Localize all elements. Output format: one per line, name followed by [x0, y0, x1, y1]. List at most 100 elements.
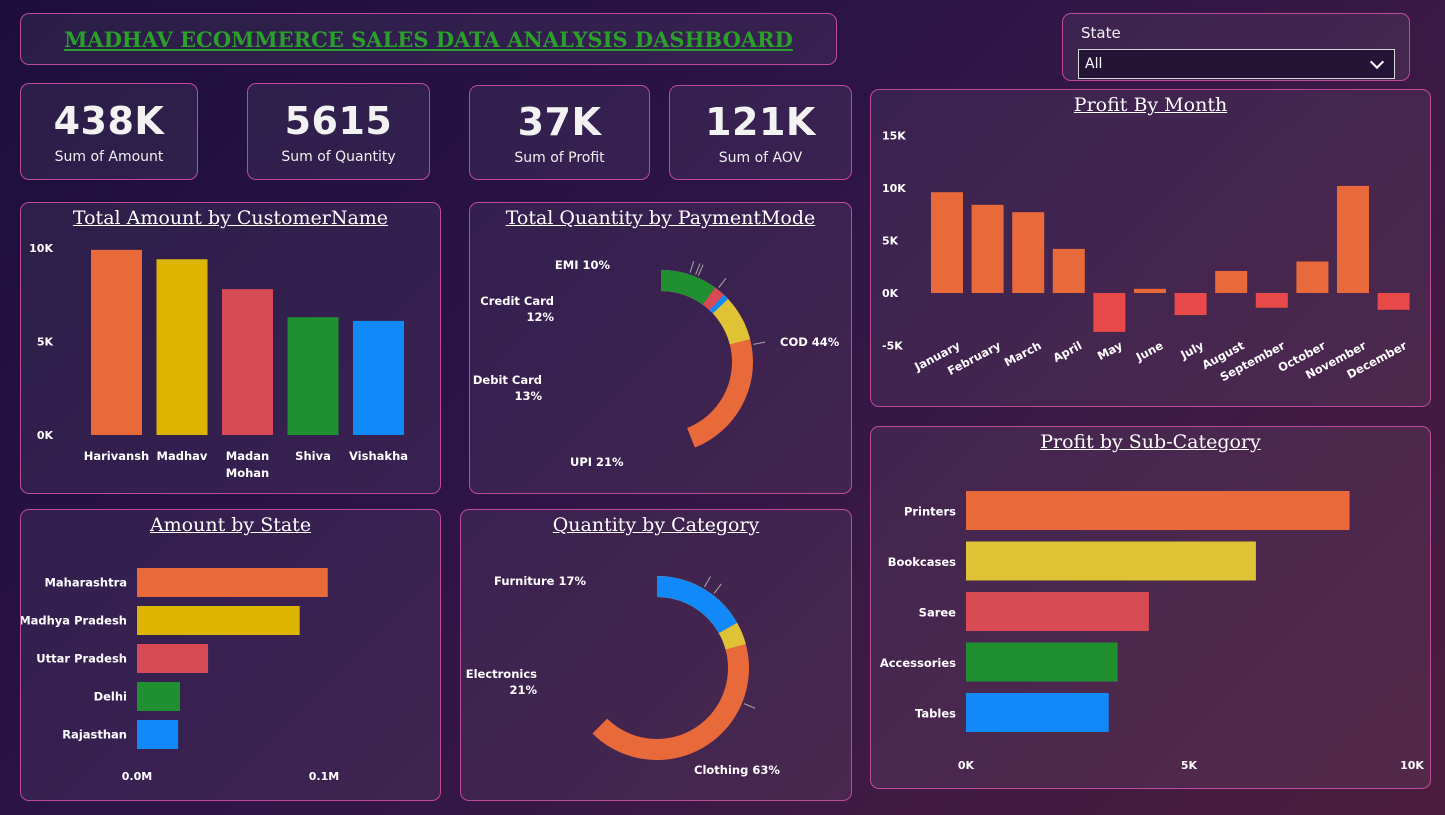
bar-delhi: [137, 682, 181, 711]
chart-quantity-by-category[interactable]: Quantity by Category Clothing 63% Electro…: [460, 509, 852, 801]
leader-line: [689, 261, 695, 273]
bar-november: [1337, 185, 1369, 293]
dashboard-title-panel: MADHAV ECOMMERCE SALES DATA ANALYSIS DAS…: [20, 13, 837, 65]
slice-label: Credit Card: [480, 294, 554, 308]
bar-madhav: [156, 259, 208, 435]
payment-donut-svg: COD 44% UPI 21% Debit Card 13% Credit Card 12…: [473, 258, 840, 469]
y-tick-label: -5K: [882, 340, 903, 353]
leader-line: [743, 703, 756, 709]
bar-june: [1134, 288, 1166, 293]
leader-line: [753, 341, 766, 345]
y-tick-label: Saree: [919, 606, 957, 620]
x-tick-label: June: [1133, 338, 1166, 364]
x-tick-label: 0.1M: [309, 770, 339, 783]
kpi-value: 37K: [517, 99, 602, 144]
bar-rajasthan: [137, 720, 179, 749]
bar-accessories: [966, 642, 1118, 682]
y-tick-label: 5K: [882, 235, 899, 248]
slice-label: COD 44%: [780, 335, 840, 349]
bar-april: [1052, 248, 1085, 293]
state-dropdown-value: All: [1085, 56, 1103, 72]
x-tick-label: Shiva: [295, 449, 331, 463]
slice-label: EMI 10%: [555, 258, 611, 272]
category-donut-svg: Clothing 63% Electronics 21% Furniture 17%: [466, 574, 781, 777]
state-slicer-label: State: [1081, 24, 1121, 42]
kpi-label: Sum of AOV: [718, 149, 803, 166]
bar-bookcases: [966, 541, 1256, 581]
y-tick-label: 5K: [37, 336, 54, 349]
bar-december: [1377, 293, 1410, 310]
chart-amount-by-customer[interactable]: Total Amount by CustomerName 0K 5K 10K Hari…: [20, 202, 441, 494]
y-tick-label: Maharashtra: [44, 576, 127, 590]
bar-july: [1174, 293, 1207, 316]
x-tick-label: 5K: [1181, 759, 1198, 772]
bar-uttar-pradesh: [137, 644, 209, 673]
customer-bar-svg: 0K 5K 10K Harivansh Madhav Madan Mohan Shiva Vis…: [29, 242, 408, 480]
y-tick-label: Printers: [904, 505, 956, 519]
y-tick-label: Madhya Pradesh: [21, 614, 127, 628]
bar-printers: [966, 491, 1350, 530]
bar-vishakha: [353, 320, 404, 435]
kpi-value: 5615: [284, 98, 393, 143]
y-tick-label: 10K: [882, 182, 906, 195]
bar-maharashtra: [137, 568, 328, 597]
slice-furniture: [657, 576, 738, 634]
kpi-card-quantity: 5615 Sum of Quantity: [247, 83, 430, 180]
x-tick-label: Mohan: [226, 466, 269, 480]
kpi-card-aov: 121K Sum of AOV: [669, 85, 852, 180]
kpi-card-amount: 438K Sum of Amount: [20, 83, 198, 180]
y-tick-label: Uttar Pradesh: [36, 652, 127, 666]
chevron-down-icon[interactable]: [1369, 54, 1385, 69]
bar-october: [1296, 261, 1329, 293]
x-tick-label: 0K: [958, 759, 975, 772]
x-tick-label: 10K: [1400, 759, 1424, 772]
chart-profit-by-subcategory[interactable]: Profit by Sub-Category Printers Bookcases…: [870, 426, 1431, 789]
bar-march: [1012, 212, 1045, 293]
kpi-card-profit: 37K Sum of Profit: [469, 85, 650, 180]
bar-august: [1215, 270, 1248, 293]
leader-line: [713, 583, 722, 594]
subcategory-bar-svg: Printers Bookcases Saree Accessories Tables 0…: [880, 491, 1424, 772]
kpi-value: 438K: [53, 98, 165, 143]
kpi-label: Sum of Profit: [514, 149, 605, 166]
y-tick-label: Tables: [915, 707, 956, 721]
slice-label: Furniture 17%: [494, 574, 586, 588]
bar-february: [971, 204, 1004, 293]
state-slicer: State All: [1062, 13, 1410, 81]
bar-madhya-pradesh: [137, 606, 300, 635]
state-bar-svg: Maharashtra Madhya Pradesh Uttar Pradesh De…: [21, 568, 339, 783]
x-tick-label: Harivansh: [84, 449, 149, 463]
x-tick-label: Madan: [226, 449, 269, 463]
y-tick-label: 0K: [882, 287, 899, 300]
y-tick-label: Bookcases: [888, 555, 956, 569]
leader-line: [703, 576, 711, 588]
chart-profit-by-month[interactable]: Profit By Month -5K 0K 5K 10K 15K January Febr…: [870, 89, 1431, 407]
x-tick-label: Madhav: [157, 449, 208, 463]
state-dropdown[interactable]: All: [1078, 49, 1395, 79]
bar-may: [1093, 293, 1126, 332]
y-tick-label: Delhi: [94, 690, 127, 704]
y-tick-label: 10K: [29, 242, 53, 255]
y-tick-label: 15K: [882, 130, 906, 143]
leader-line: [718, 277, 727, 289]
dashboard-title: MADHAV ECOMMERCE SALES DATA ANALYSIS DAS…: [64, 26, 793, 52]
slice-label: Debit Card: [473, 373, 542, 387]
bar-harivansh: [91, 249, 142, 435]
y-tick-label: 0K: [37, 429, 54, 442]
month-bar-svg: -5K0K5K10K15KJanuaryFebruaryMarch April Ma…: [882, 130, 1410, 384]
slice-label: 21%: [509, 683, 537, 697]
x-tick-label: March: [1002, 338, 1044, 369]
chart-quantity-by-paymentmode[interactable]: Total Quantity by PaymentMode COD 44% UPI…: [469, 202, 852, 494]
bar-january: [931, 192, 963, 293]
bar-saree: [966, 592, 1149, 631]
x-tick-label: 0.0M: [122, 770, 152, 783]
kpi-label: Sum of Amount: [54, 148, 164, 165]
slice-label: 13%: [514, 389, 542, 403]
bar-tables: [966, 693, 1109, 732]
chart-amount-by-state[interactable]: Amount by State Maharashtra Madhya Prades…: [20, 509, 441, 801]
slice-clothing: [592, 576, 749, 760]
y-tick-label: Rajasthan: [62, 728, 127, 742]
x-tick-label: May: [1095, 338, 1125, 363]
slice-label: Clothing 63%: [694, 763, 780, 777]
bar-madan-mohan: [222, 289, 273, 435]
